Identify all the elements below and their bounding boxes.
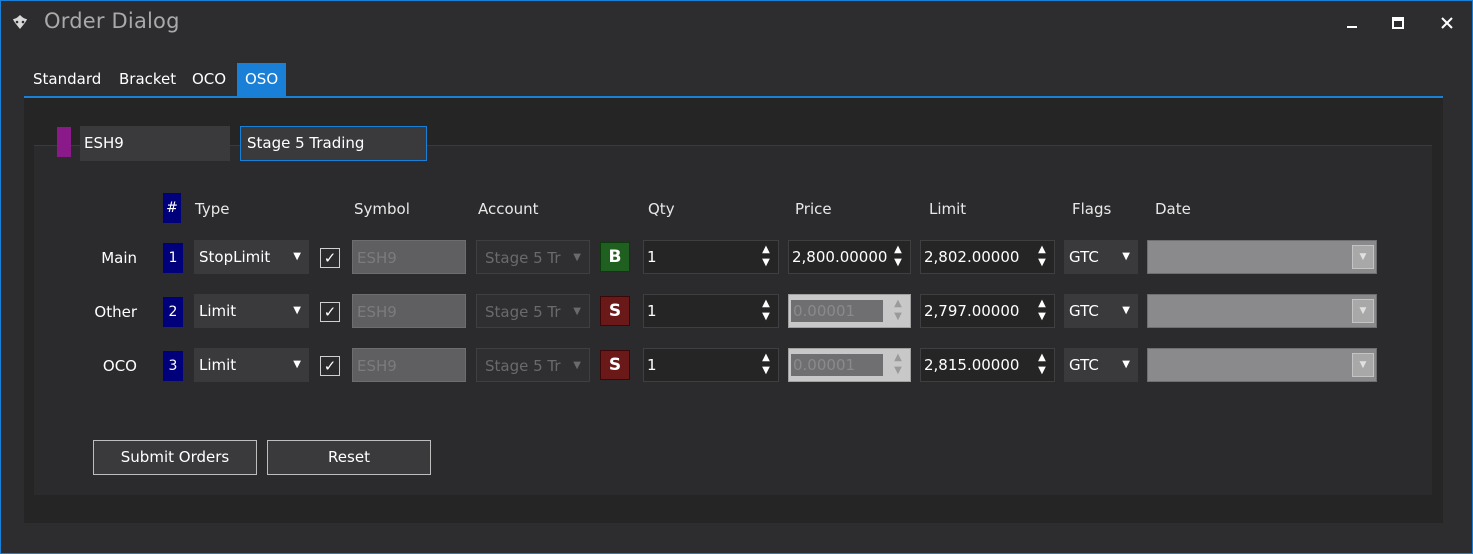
- qty-stepper[interactable]: 1 ▲ ▼: [643, 348, 779, 382]
- flags-select[interactable]: GTC ▼: [1064, 348, 1138, 382]
- qty-value: 1: [647, 248, 657, 266]
- column-header-qty: Qty: [648, 200, 675, 218]
- limit-value: 2,815.00000: [924, 356, 1020, 374]
- minimize-icon[interactable]: [1342, 13, 1362, 33]
- window-title: Order Dialog: [44, 9, 180, 33]
- row-account-value: Stage 5 Tr: [485, 249, 561, 267]
- buy-side-button[interactable]: B: [600, 242, 630, 272]
- submit-orders-button[interactable]: Submit Orders: [93, 440, 257, 475]
- sell-side-button[interactable]: S: [600, 350, 630, 380]
- qty-value: 1: [647, 356, 657, 374]
- chevron-down-icon: ▼: [1122, 251, 1130, 262]
- order-type-select[interactable]: Limit ▼: [194, 294, 309, 328]
- sell-side-button[interactable]: S: [600, 296, 630, 326]
- row-account-select: Stage 5 Tr ▼: [476, 294, 590, 328]
- row-account-value: Stage 5 Tr: [485, 303, 561, 321]
- tab-bracket[interactable]: Bracket: [111, 63, 184, 96]
- row-number: 2: [163, 297, 183, 327]
- row-number: 1: [163, 243, 183, 273]
- price-value: 0.00001: [791, 354, 883, 376]
- spinner-arrows-icon[interactable]: ▲ ▼: [1036, 351, 1048, 379]
- column-header-date: Date: [1155, 200, 1191, 218]
- order-type-select[interactable]: Limit ▼: [194, 348, 309, 382]
- price-value: 2,800.00000: [792, 248, 888, 266]
- tab-oco[interactable]: OCO: [184, 63, 234, 96]
- limit-stepper[interactable]: 2,797.00000 ▲ ▼: [920, 294, 1055, 328]
- limit-value: 2,802.00000: [924, 248, 1020, 266]
- symbol-field[interactable]: ESH9: [80, 126, 230, 161]
- maximize-icon[interactable]: [1388, 13, 1408, 33]
- order-type-value: Limit: [199, 302, 237, 320]
- order-type-value: StopLimit: [199, 248, 271, 266]
- row-label-main: Main: [101, 249, 137, 267]
- order-type-select[interactable]: StopLimit ▼: [194, 240, 309, 274]
- date-picker: ▼: [1147, 348, 1377, 382]
- chevron-down-icon: ▼: [573, 306, 581, 317]
- spinner-arrows-icon[interactable]: ▲ ▼: [1036, 243, 1048, 271]
- column-header-symbol: Symbol: [354, 200, 410, 218]
- row-account-select: Stage 5 Tr ▼: [476, 240, 590, 274]
- chevron-down-icon: ▼: [1122, 305, 1130, 316]
- chevron-down-icon: ▼: [1352, 299, 1374, 323]
- price-stepper[interactable]: 2,800.00000 ▲ ▼: [788, 240, 911, 274]
- row-label-oco: OCO: [102, 357, 137, 375]
- flags-value: GTC: [1069, 356, 1099, 374]
- symbol-color-swatch[interactable]: [57, 127, 71, 157]
- chevron-down-icon: ▼: [1352, 245, 1374, 269]
- limit-value: 2,797.00000: [924, 302, 1020, 320]
- row-account-select: Stage 5 Tr ▼: [476, 348, 590, 382]
- date-picker: ▼: [1147, 240, 1377, 274]
- spinner-arrows-icon: ▲ ▼: [894, 298, 902, 322]
- chevron-down-icon: ▼: [1122, 359, 1130, 370]
- date-picker: ▼: [1147, 294, 1377, 328]
- spinner-arrows-icon[interactable]: ▲ ▼: [760, 297, 772, 325]
- price-value: 0.00001: [791, 300, 883, 322]
- chevron-down-icon: ▼: [573, 252, 581, 263]
- row-label-other: Other: [94, 303, 137, 321]
- spinner-arrows-icon: ▲ ▼: [894, 352, 902, 376]
- qty-value: 1: [647, 302, 657, 320]
- app-logo-icon: [13, 15, 27, 29]
- spinner-arrows-icon[interactable]: ▲ ▼: [760, 243, 772, 271]
- tab-standard[interactable]: Standard: [25, 63, 109, 96]
- row-symbol-field: ESH9: [352, 240, 466, 274]
- spinner-arrows-icon[interactable]: ▲ ▼: [1036, 297, 1048, 325]
- spinner-arrows-icon[interactable]: ▲ ▼: [760, 351, 772, 379]
- column-header-limit: Limit: [929, 200, 967, 218]
- chevron-down-icon: ▼: [1352, 353, 1374, 377]
- qty-stepper[interactable]: 1 ▲ ▼: [643, 240, 779, 274]
- order-type-value: Limit: [199, 356, 237, 374]
- price-stepper: 0.00001 ▲ ▼: [788, 294, 911, 328]
- row-enabled-checkbox[interactable]: ✓: [320, 302, 340, 322]
- row-symbol-field: ESH9: [352, 294, 466, 328]
- column-header-account: Account: [478, 200, 539, 218]
- chevron-down-icon: ▼: [293, 251, 301, 262]
- column-header-type: Type: [195, 200, 230, 218]
- flags-value: GTC: [1069, 302, 1099, 320]
- chevron-down-icon: ▼: [293, 305, 301, 316]
- row-symbol-field: ESH9: [352, 348, 466, 382]
- qty-stepper[interactable]: 1 ▲ ▼: [643, 294, 779, 328]
- title-bar[interactable]: Order Dialog: [1, 1, 1472, 45]
- row-account-value: Stage 5 Tr: [485, 357, 561, 375]
- row-enabled-checkbox[interactable]: ✓: [320, 248, 340, 268]
- tab-oso[interactable]: OSO: [237, 63, 287, 96]
- flags-select[interactable]: GTC ▼: [1064, 240, 1138, 274]
- column-header-price: Price: [795, 200, 832, 218]
- spinner-arrows-icon[interactable]: ▲ ▼: [892, 243, 904, 271]
- reset-button[interactable]: Reset: [267, 440, 431, 475]
- chevron-down-icon: ▼: [293, 359, 301, 370]
- price-stepper: 0.00001 ▲ ▼: [788, 348, 911, 382]
- flags-select[interactable]: GTC ▼: [1064, 294, 1138, 328]
- column-header-flags: Flags: [1072, 200, 1112, 218]
- chevron-down-icon: ▼: [573, 360, 581, 371]
- flags-value: GTC: [1069, 248, 1099, 266]
- limit-stepper[interactable]: 2,815.00000 ▲ ▼: [920, 348, 1055, 382]
- row-enabled-checkbox[interactable]: ✓: [320, 356, 340, 376]
- row-number: 3: [163, 351, 183, 381]
- limit-stepper[interactable]: 2,802.00000 ▲ ▼: [920, 240, 1055, 274]
- column-header-number: #: [163, 193, 181, 223]
- account-field[interactable]: Stage 5 Trading: [240, 126, 427, 161]
- close-icon[interactable]: [1437, 13, 1457, 33]
